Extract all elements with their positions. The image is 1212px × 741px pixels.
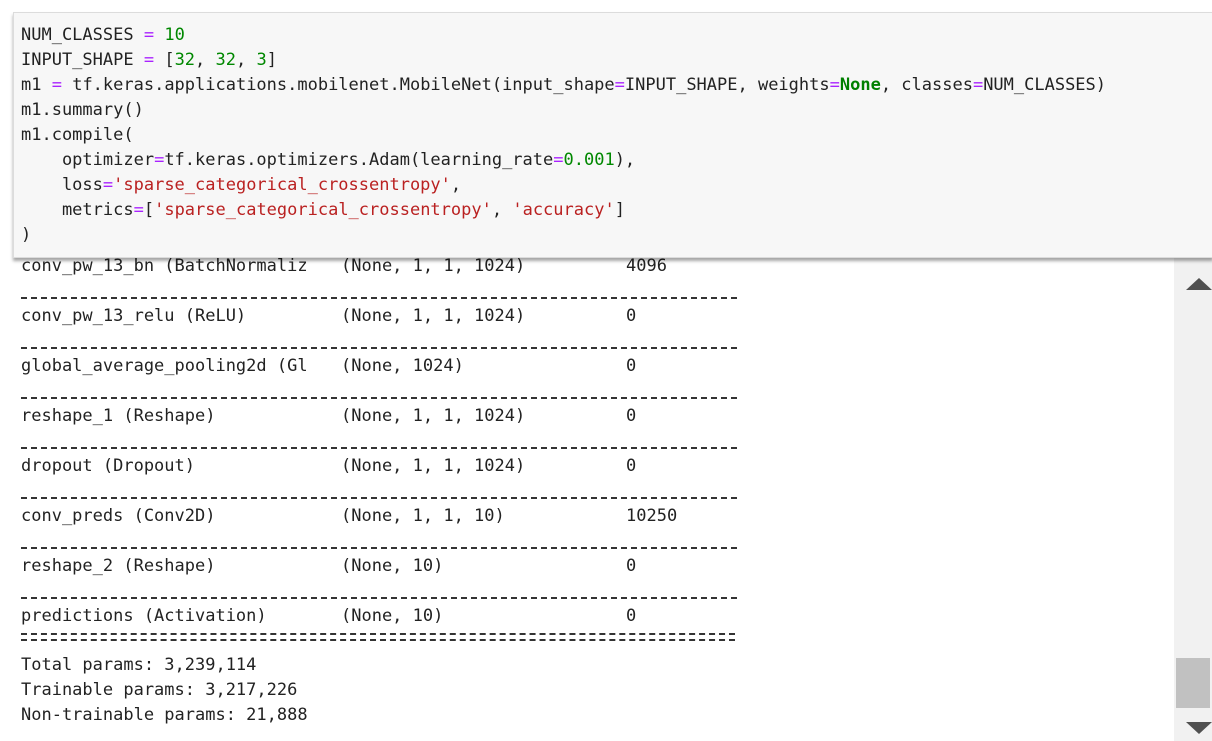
code-token: , xyxy=(450,175,462,195)
total-params: Total params: 3,239,114 xyxy=(21,655,257,675)
row-separator xyxy=(21,347,737,349)
layer-param-count: 0 xyxy=(626,406,637,426)
code-token: NUM_CLASSES xyxy=(21,25,144,45)
layer-output-shape: (None, 1, 1, 10) xyxy=(341,506,505,526)
code-token: [ xyxy=(143,200,155,220)
code-token: = xyxy=(154,150,165,170)
code-token: = xyxy=(143,25,155,45)
layer-name: conv_pw_13_bn (BatchNormaliz xyxy=(21,256,308,276)
layer-param-count: 4096 xyxy=(626,256,667,276)
code-line[interactable]: m1.summary() xyxy=(21,98,144,123)
row-separator xyxy=(21,397,737,399)
code-line[interactable]: loss='sparse_categorical_crossentropy', xyxy=(21,173,461,198)
code-token: tf.keras.optimizers.Adam(learning_rate xyxy=(164,150,554,170)
code-cell-editor[interactable]: NUM_CLASSES = 10 INPUT_SHAPE = [32, 32, … xyxy=(13,12,1212,258)
code-token: INPUT_SHAPE, weights xyxy=(624,75,830,95)
code-token: NUM_CLASSES) xyxy=(983,75,1107,95)
layer-param-count: 10250 xyxy=(626,506,678,526)
code-token: 3 xyxy=(256,50,267,70)
code-token: , xyxy=(195,50,216,70)
layer-output-shape: (None, 10) xyxy=(341,606,444,626)
layer-name: conv_preds (Conv2D) xyxy=(21,506,216,526)
code-token: 32 xyxy=(174,50,196,70)
layer-param-count: 0 xyxy=(626,356,637,376)
code-token: ), xyxy=(614,150,636,170)
summary-row: predictions (Activation) (None, 10) 0 xyxy=(21,605,636,627)
layer-param-count: 0 xyxy=(626,456,637,476)
output-scrollbar[interactable] xyxy=(1174,256,1212,741)
summary-row: conv_pw_13_bn (BatchNormaliz (None, 1, 1… xyxy=(21,255,667,277)
row-separator xyxy=(21,297,737,299)
non-trainable-params: Non-trainable params: 21,888 xyxy=(21,705,308,725)
layer-param-count: 0 xyxy=(626,306,637,326)
code-token: = xyxy=(829,75,840,95)
layer-name: predictions (Activation) xyxy=(21,606,267,626)
scrollbar-thumb[interactable] xyxy=(1176,658,1210,708)
summary-row: reshape_2 (Reshape) (None, 10) 0 xyxy=(21,555,636,577)
layer-name: dropout (Dropout) xyxy=(21,456,195,476)
layer-name: global_average_pooling2d (Gl xyxy=(21,356,308,376)
code-line[interactable]: NUM_CLASSES = 10 xyxy=(21,23,185,48)
code-token: [ xyxy=(154,50,175,70)
triangle-down-icon[interactable] xyxy=(1174,718,1212,736)
summary-row: dropout (Dropout) (None, 1, 1, 1024) 0 xyxy=(21,455,636,477)
layer-output-shape: (None, 1024) xyxy=(341,356,464,376)
summary-row: reshape_1 (Reshape) (None, 1, 1, 1024) 0 xyxy=(21,405,636,427)
code-token: = xyxy=(133,200,144,220)
summary-row: conv_pw_13_relu (ReLU) (None, 1, 1, 1024… xyxy=(21,305,636,327)
layer-name: reshape_1 (Reshape) xyxy=(21,406,216,426)
code-token: 32 xyxy=(215,50,237,70)
layer-name: conv_pw_13_relu (ReLU) xyxy=(21,306,247,326)
code-token: 0.001 xyxy=(563,150,615,170)
layer-output-shape: (None, 10) xyxy=(341,556,444,576)
row-separator xyxy=(21,497,737,499)
code-token: , xyxy=(236,50,257,70)
code-token: 10 xyxy=(164,25,185,45)
code-token: = xyxy=(972,75,984,95)
code-line[interactable]: m1.compile( xyxy=(21,123,134,148)
code-token: = xyxy=(614,75,625,95)
code-token: metrics xyxy=(21,200,134,220)
code-token: 'sparse_categorical_crossentropy' xyxy=(113,175,451,195)
layer-param-count: 0 xyxy=(626,606,637,626)
code-token: optimizer xyxy=(21,150,155,170)
row-separator xyxy=(21,597,737,599)
code-line[interactable]: metrics=['sparse_categorical_crossentrop… xyxy=(21,198,625,223)
triangle-up-icon[interactable] xyxy=(1174,274,1212,292)
layer-output-shape: (None, 1, 1, 1024) xyxy=(341,406,526,426)
summary-row: conv_preds (Conv2D) (None, 1, 1, 10) 102… xyxy=(21,505,677,527)
code-token: = xyxy=(553,150,564,170)
summary-row: global_average_pooling2d (Gl (None, 1024… xyxy=(21,355,636,377)
code-line[interactable]: INPUT_SHAPE = [32, 32, 3] xyxy=(21,48,277,73)
code-token: = xyxy=(143,50,155,70)
code-token: 'sparse_categorical_crossentropy' xyxy=(154,200,492,220)
code-token: , classes xyxy=(880,75,973,95)
layer-output-shape: (None, 1, 1, 1024) xyxy=(341,256,526,276)
row-separator xyxy=(21,447,737,449)
code-token: = xyxy=(102,175,114,195)
layer-param-count: 0 xyxy=(626,556,637,576)
code-token: loss xyxy=(21,175,103,195)
summary-total-separator xyxy=(21,633,735,641)
code-token: , xyxy=(491,200,513,220)
layer-output-shape: (None, 1, 1, 1024) xyxy=(341,306,526,326)
row-separator xyxy=(21,547,737,549)
code-token: = xyxy=(51,75,62,95)
code-token: 'accuracy' xyxy=(512,200,615,220)
layer-output-shape: (None, 1, 1, 1024) xyxy=(341,456,526,476)
code-line[interactable]: ) xyxy=(21,223,31,248)
code-token: ] xyxy=(614,200,625,220)
code-line[interactable]: m1 = tf.keras.applications.mobilenet.Mob… xyxy=(21,73,1106,98)
code-token: tf.keras.applications.mobilenet.MobileNe… xyxy=(61,75,615,95)
code-token: INPUT_SHAPE xyxy=(21,50,144,70)
code-token: m1 xyxy=(21,75,52,95)
layer-name: reshape_2 (Reshape) xyxy=(21,556,216,576)
code-token: ] xyxy=(266,50,277,70)
code-token: None xyxy=(839,75,881,95)
code-line[interactable]: optimizer=tf.keras.optimizers.Adam(learn… xyxy=(21,148,635,173)
trainable-params: Trainable params: 3,217,226 xyxy=(21,680,298,700)
